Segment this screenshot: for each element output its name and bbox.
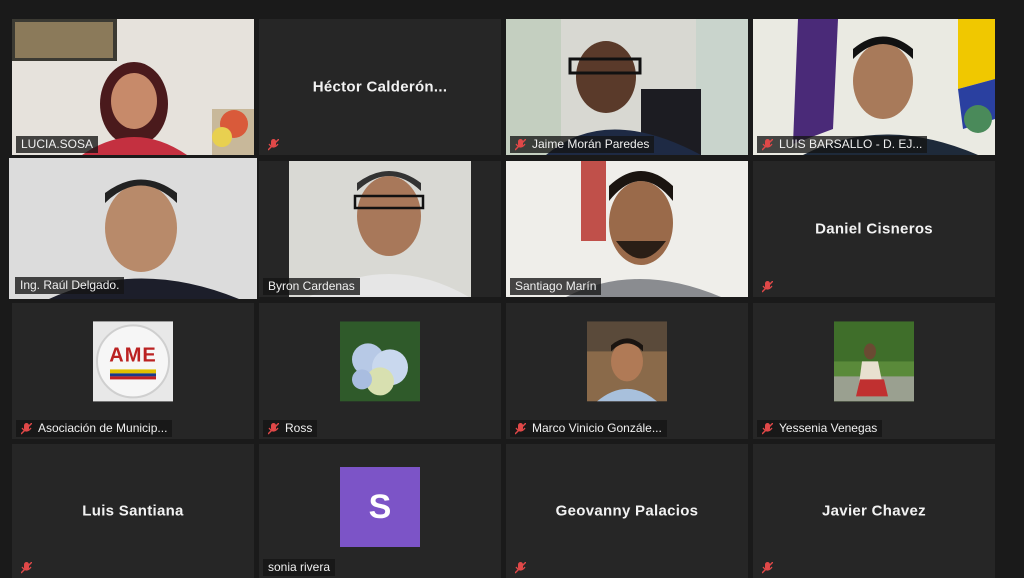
participant-label: LUIS BARSALLO - D. EJ... xyxy=(757,136,928,153)
participant-tile-daniel-cisneros[interactable]: Daniel Cisneros xyxy=(753,161,995,297)
participant-tile-asociacion[interactable]: AME Asociación de Municip... xyxy=(12,303,254,439)
avatar-initial: S xyxy=(340,467,420,547)
participant-label xyxy=(16,559,37,576)
profile-picture-marco xyxy=(587,321,667,402)
participant-label: Ross xyxy=(263,420,318,437)
microphone-muted-icon xyxy=(515,561,526,574)
ame-logo-text: AME xyxy=(109,343,157,366)
profile-picture-flowers xyxy=(340,321,420,402)
participant-video-jaime xyxy=(506,19,748,155)
participant-label xyxy=(510,559,531,576)
participant-tile-yessenia-venegas[interactable]: Yessenia Venegas xyxy=(753,303,995,439)
participant-label: Yessenia Venegas xyxy=(757,420,883,437)
microphone-muted-icon xyxy=(21,561,32,574)
participant-video-santiago xyxy=(506,161,748,297)
participant-tile-geovanny-palacios[interactable]: Geovanny Palacios xyxy=(506,444,748,578)
participant-label xyxy=(263,136,284,153)
participant-label: Marco Vinicio Gonzále... xyxy=(510,420,667,437)
participant-tile-luis-barsallo[interactable]: LUIS BARSALLO - D. EJ... xyxy=(753,19,995,155)
microphone-muted-icon xyxy=(515,422,526,435)
microphone-muted-icon xyxy=(762,422,773,435)
participant-video-luis-barsallo xyxy=(753,19,995,155)
participant-name: Daniel Cisneros xyxy=(815,220,933,238)
microphone-muted-icon xyxy=(268,422,279,435)
participant-name: Geovanny Palacios xyxy=(555,502,699,520)
microphone-muted-icon xyxy=(268,138,279,151)
profile-picture-yessenia xyxy=(834,321,914,402)
participant-tile-raul-delgado[interactable]: Ing. Raúl Delgado. xyxy=(9,158,257,299)
participant-label xyxy=(757,559,778,576)
participant-label: Jaime Morán Paredes xyxy=(510,136,655,153)
participant-label xyxy=(757,278,778,295)
participant-tile-jaime-moran[interactable]: Jaime Morán Paredes xyxy=(506,19,748,155)
participant-name: Luis Santiana xyxy=(82,502,184,520)
microphone-muted-icon xyxy=(762,561,773,574)
microphone-muted-icon xyxy=(21,422,32,435)
participant-video-lucia xyxy=(12,19,254,155)
participant-tile-marco-vinicio[interactable]: Marco Vinicio Gonzále... xyxy=(506,303,748,439)
microphone-muted-icon xyxy=(762,138,773,151)
participant-tile-luis-santiana[interactable]: Luis Santiana xyxy=(12,444,254,578)
participant-label: Asociación de Municip... xyxy=(16,420,173,437)
participant-tile-ross[interactable]: Ross xyxy=(259,303,501,439)
participant-tile-byron-cardenas[interactable]: Byron Cardenas xyxy=(259,161,501,297)
participant-tile-santiago-marin[interactable]: Santiago Marín xyxy=(506,161,748,297)
participant-label: LUCIA.SOSA xyxy=(16,136,99,153)
participant-label: Ing. Raúl Delgado. xyxy=(15,277,125,294)
participant-name: Héctor Calderón... xyxy=(312,78,448,96)
participant-name: Javier Chavez xyxy=(822,502,926,520)
participant-label: Santiago Marín xyxy=(510,278,602,295)
participant-tile-hector-calderon[interactable]: Héctor Calderón... xyxy=(259,19,501,155)
profile-picture-ame-logo: AME xyxy=(93,321,173,402)
participant-tile-sonia-rivera[interactable]: S sonia rivera xyxy=(259,444,501,578)
participant-video-byron xyxy=(259,161,501,297)
microphone-muted-icon xyxy=(515,138,526,151)
participant-tile-lucia-sosa[interactable]: LUCIA.SOSA xyxy=(12,19,254,155)
participant-label: Byron Cardenas xyxy=(263,278,360,295)
participant-tile-javier-chavez[interactable]: Javier Chavez xyxy=(753,444,995,578)
participant-label: sonia rivera xyxy=(263,559,336,576)
microphone-muted-icon xyxy=(762,280,773,293)
